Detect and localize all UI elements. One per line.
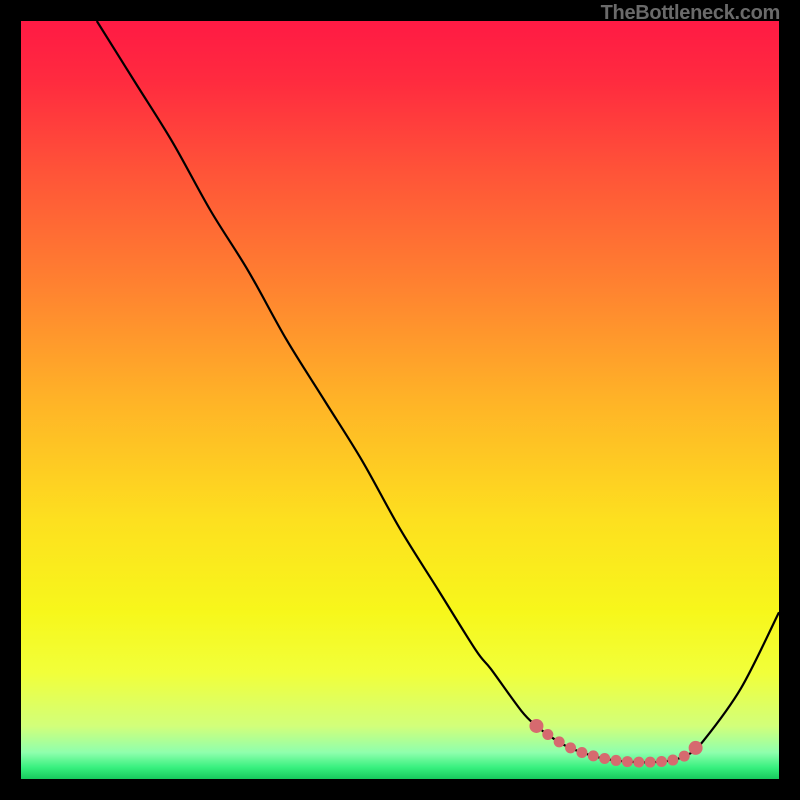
gradient-background [21,21,779,779]
highlight-dot [554,736,565,747]
highlight-dot [622,756,633,767]
highlight-dot [656,756,667,767]
highlight-dot [542,729,553,740]
highlight-dot [689,741,703,755]
plot-area [21,21,779,779]
chart-container: TheBottleneck.com [0,0,800,800]
highlight-dot [645,757,656,768]
highlight-dot [599,753,610,764]
highlight-dot [576,747,587,758]
highlight-dot [679,751,690,762]
highlight-dot [667,755,678,766]
highlight-dot [611,755,622,766]
highlight-dot [565,742,576,753]
highlight-dot [633,757,644,768]
highlight-dot [529,719,543,733]
highlight-dot [588,750,599,761]
watermark-label: TheBottleneck.com [601,2,780,25]
chart-svg [21,21,779,779]
